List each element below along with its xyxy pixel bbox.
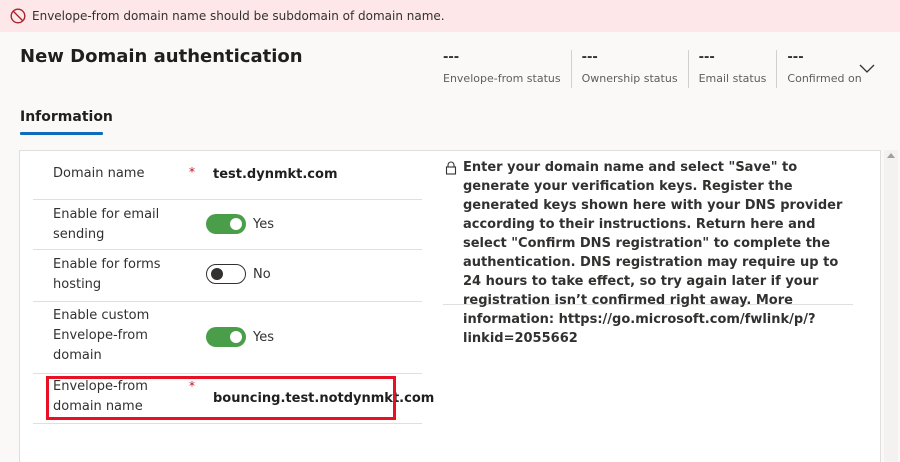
scroll-up-icon[interactable] bbox=[887, 153, 895, 158]
tab-selected-indicator bbox=[20, 132, 103, 135]
page-title: New Domain authentication bbox=[20, 46, 303, 67]
info-panel: Enter your domain name and select "Save"… bbox=[443, 158, 853, 346]
email-sending-label: Enable for email sending bbox=[53, 207, 160, 242]
domain-name-input[interactable]: test.dynmkt.com bbox=[213, 167, 337, 182]
vertical-scrollbar[interactable] bbox=[884, 150, 898, 462]
field-enable-email-sending: Enable for email sending Yes bbox=[33, 200, 422, 250]
stat-envelope-from-status: --- Envelope-from status bbox=[433, 50, 572, 88]
stat-ownership-status: --- Ownership status bbox=[572, 50, 689, 88]
domain-name-label: Domain name bbox=[53, 166, 145, 181]
custom-envelope-toggle[interactable] bbox=[206, 327, 246, 347]
header-stats: --- Envelope-from status --- Ownership s… bbox=[433, 50, 872, 88]
custom-envelope-label: Enable custom Envelope-from domain bbox=[53, 308, 150, 363]
chevron-down-icon[interactable] bbox=[857, 60, 877, 76]
error-highlight-box bbox=[46, 376, 396, 420]
error-message: Envelope-from domain name should be subd… bbox=[32, 9, 445, 23]
error-banner: Envelope-from domain name should be subd… bbox=[0, 0, 900, 32]
email-sending-state: Yes bbox=[253, 217, 274, 232]
forms-hosting-toggle[interactable] bbox=[206, 264, 246, 284]
lock-icon bbox=[445, 160, 457, 175]
field-enable-forms-hosting: Enable for forms hosting No bbox=[33, 250, 422, 302]
field-enable-custom-envelope-from: Enable custom Envelope-from domain Yes bbox=[33, 302, 422, 374]
custom-envelope-state: Yes bbox=[253, 330, 274, 345]
info-description: Enter your domain name and select "Save"… bbox=[463, 160, 843, 346]
email-sending-toggle[interactable] bbox=[206, 214, 246, 234]
tab-information[interactable]: Information bbox=[20, 109, 113, 125]
record-header: New Domain authentication --- Envelope-f… bbox=[0, 32, 900, 100]
field-domain-name: Domain name * test.dynmkt.com bbox=[33, 150, 422, 200]
forms-hosting-label: Enable for forms hosting bbox=[53, 257, 161, 292]
stat-email-status: --- Email status bbox=[689, 50, 778, 88]
error-circle-icon bbox=[10, 8, 26, 24]
required-marker: * bbox=[189, 165, 195, 179]
forms-hosting-state: No bbox=[253, 267, 271, 282]
